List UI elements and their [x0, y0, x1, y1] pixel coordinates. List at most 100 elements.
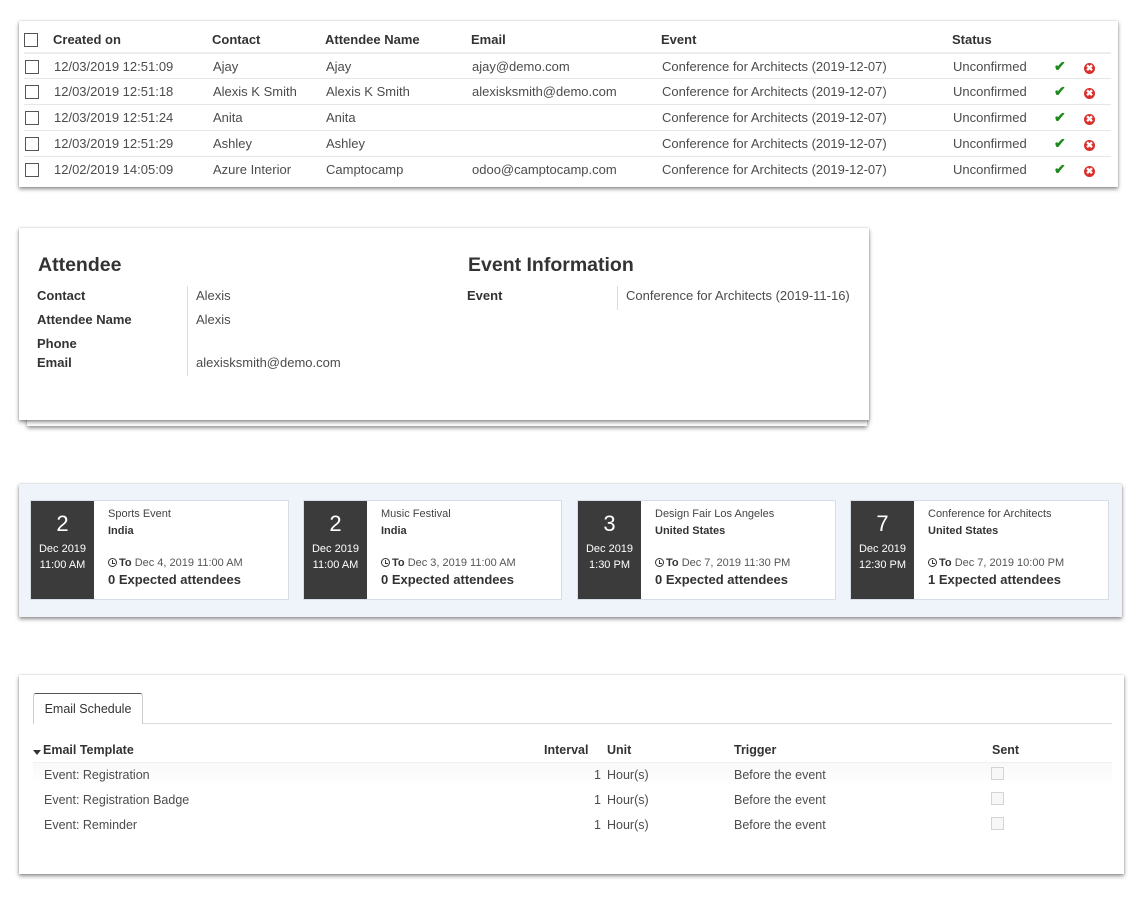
- confirm-check-icon[interactable]: ✔: [1054, 83, 1066, 99]
- column-status[interactable]: Status: [952, 27, 1053, 54]
- row-checkbox[interactable]: [25, 111, 39, 126]
- to-label: To: [939, 557, 952, 569]
- event-country: United States: [655, 525, 726, 537]
- template-cell: Event: Registration Badge: [44, 793, 190, 807]
- to-label: To: [119, 557, 132, 569]
- event-end-date: Dec 4, 2019 11:00 AM: [134, 557, 243, 569]
- event-cell: Conference for Architects (2019-12-07): [661, 129, 952, 157]
- event-card[interactable]: 2 Dec 2019 11:00 AM Music Festival India…: [303, 500, 562, 600]
- email-cell: ajay@demo.com: [472, 58, 570, 74]
- interval-cell: 1: [594, 818, 601, 832]
- event-month-year: Dec 2019: [38, 543, 87, 555]
- row-checkbox[interactable]: [25, 137, 39, 152]
- tab-email-schedule[interactable]: Email Schedule: [33, 693, 143, 724]
- table-row[interactable]: 12/02/2019 14:05:09 Azure Interior Campt…: [24, 155, 1111, 182]
- event-start-time: 12:30 PM: [858, 559, 907, 571]
- expected-attendees: 1 Expected attendees: [928, 572, 1061, 587]
- column-interval[interactable]: Interval: [544, 743, 588, 757]
- table-row[interactable]: Event: Reminder 1 Hour(s) Before the eve…: [33, 813, 1112, 837]
- email-label: Email: [37, 355, 72, 370]
- attendee-table: Created on Contact Attendee Name Email E…: [24, 27, 1111, 182]
- event-country: India: [108, 525, 134, 537]
- table-row[interactable]: 12/03/2019 12:51:29 Ashley Ashley Confer…: [24, 129, 1111, 157]
- cancel-x-icon[interactable]: ✖: [1084, 165, 1095, 177]
- attendee-section-title: Attendee: [38, 254, 122, 276]
- cancel-x-icon[interactable]: ✖: [1084, 139, 1095, 151]
- table-header: Created on Contact Attendee Name Email E…: [24, 27, 1111, 54]
- tab-divider: [33, 723, 1112, 724]
- contact-cell: Ashley: [212, 129, 325, 157]
- sort-caret-icon: [33, 750, 41, 755]
- column-contact[interactable]: Contact: [212, 27, 325, 54]
- to-label: To: [392, 557, 405, 569]
- event-month-year: Dec 2019: [858, 543, 907, 555]
- column-sent[interactable]: Sent: [992, 743, 1019, 757]
- event-date-block: 2 Dec 2019 11:00 AM: [304, 501, 367, 599]
- column-attendee-name[interactable]: Attendee Name: [325, 27, 471, 54]
- event-label: Event: [467, 288, 503, 303]
- event-card[interactable]: 7 Dec 2019 12:30 PM Conference for Archi…: [850, 500, 1109, 600]
- column-email-template[interactable]: Email Template: [33, 743, 134, 757]
- email-cell: alexisksmith@demo.com: [471, 78, 661, 105]
- contact-cell: Anita: [212, 104, 325, 131]
- to-label: To: [666, 557, 679, 569]
- event-card[interactable]: 3 Dec 2019 1:30 PM Design Fair Los Angel…: [577, 500, 836, 600]
- event-country: India: [381, 525, 407, 537]
- clock-icon: [108, 558, 117, 567]
- event-end-date: Dec 7, 2019 10:00 PM: [954, 557, 1065, 569]
- attendee-name-cell: Alexis K Smith: [325, 78, 471, 105]
- event-start-time: 11:00 AM: [312, 559, 359, 571]
- column-created-on[interactable]: Created on: [53, 27, 212, 54]
- expected-attendees: 0 Expected attendees: [655, 572, 788, 587]
- sent-checkbox[interactable]: [991, 767, 1004, 780]
- table-row[interactable]: Event: Registration 1 Hour(s) Before the…: [33, 763, 1112, 787]
- sent-checkbox[interactable]: [991, 817, 1004, 830]
- confirm-check-icon[interactable]: ✔: [1054, 135, 1066, 151]
- table-row[interactable]: 12/03/2019 12:51:18 Alexis K Smith Alexi…: [24, 78, 1111, 105]
- template-cell: Event: Registration: [44, 768, 150, 782]
- event-name: Music Festival: [381, 508, 451, 520]
- column-trigger[interactable]: Trigger: [734, 743, 776, 757]
- column-label: Email Template: [43, 743, 134, 757]
- column-email[interactable]: Email: [471, 27, 661, 54]
- attendee-name-cell: Camptocamp: [325, 155, 471, 182]
- event-cell: Conference for Architects (2019-12-07): [661, 155, 952, 182]
- attendee-form-panel: Attendee Event Information Contact Alexi…: [19, 228, 869, 426]
- select-all-checkbox[interactable]: [24, 33, 38, 48]
- created-on-cell: 12/03/2019 12:51:09: [54, 58, 174, 74]
- email-cell: [471, 129, 661, 157]
- created-on-cell: 12/02/2019 14:05:09: [53, 155, 212, 182]
- confirm-check-icon[interactable]: ✔: [1054, 58, 1066, 74]
- event-date-block: 3 Dec 2019 1:30 PM: [578, 501, 641, 599]
- event-value[interactable]: Conference for Architects (2019-11-16): [626, 288, 850, 303]
- table-row[interactable]: Event: Registration Badge 1 Hour(s) Befo…: [33, 788, 1112, 812]
- column-event[interactable]: Event: [661, 27, 952, 54]
- cancel-x-icon[interactable]: ✖: [1084, 88, 1095, 100]
- event-end: To Dec 7, 2019 11:30 PM: [655, 557, 790, 569]
- sent-checkbox[interactable]: [991, 792, 1004, 805]
- attendee-name-value[interactable]: Alexis: [196, 312, 231, 327]
- unit-cell: Hour(s): [607, 818, 649, 832]
- cancel-x-icon[interactable]: ✖: [1084, 113, 1095, 125]
- table-row[interactable]: 12/03/2019 12:51:24 Anita Anita Conferen…: [24, 104, 1111, 131]
- row-checkbox[interactable]: [25, 85, 39, 100]
- table-row[interactable]: 12/03/2019 12:51:09 Ajay Ajay ajay@demo.…: [24, 53, 1111, 79]
- email-value[interactable]: alexisksmith@demo.com: [196, 355, 341, 370]
- event-end: To Dec 3, 2019 11:00 AM: [381, 557, 516, 569]
- unit-cell: Hour(s): [607, 768, 649, 782]
- field-separator: [617, 286, 618, 310]
- event-end: To Dec 7, 2019 10:00 PM: [928, 557, 1064, 569]
- row-checkbox[interactable]: [25, 59, 39, 74]
- confirm-check-icon[interactable]: ✔: [1054, 109, 1066, 125]
- event-cell: Conference for Architects (2019-12-07): [661, 78, 952, 105]
- cancel-x-icon[interactable]: ✖: [1084, 62, 1095, 74]
- event-card[interactable]: 2 Dec 2019 11:00 AM Sports Event India T…: [30, 500, 289, 600]
- status-cell: Unconfirmed: [952, 104, 1053, 131]
- row-checkbox[interactable]: [25, 163, 39, 178]
- column-unit[interactable]: Unit: [607, 743, 631, 757]
- event-month-year: Dec 2019: [311, 543, 360, 555]
- contact-value[interactable]: Alexis: [196, 288, 231, 303]
- created-on-cell: 12/03/2019 12:51:18: [53, 78, 212, 105]
- event-country: United States: [928, 525, 999, 537]
- confirm-check-icon[interactable]: ✔: [1054, 161, 1066, 177]
